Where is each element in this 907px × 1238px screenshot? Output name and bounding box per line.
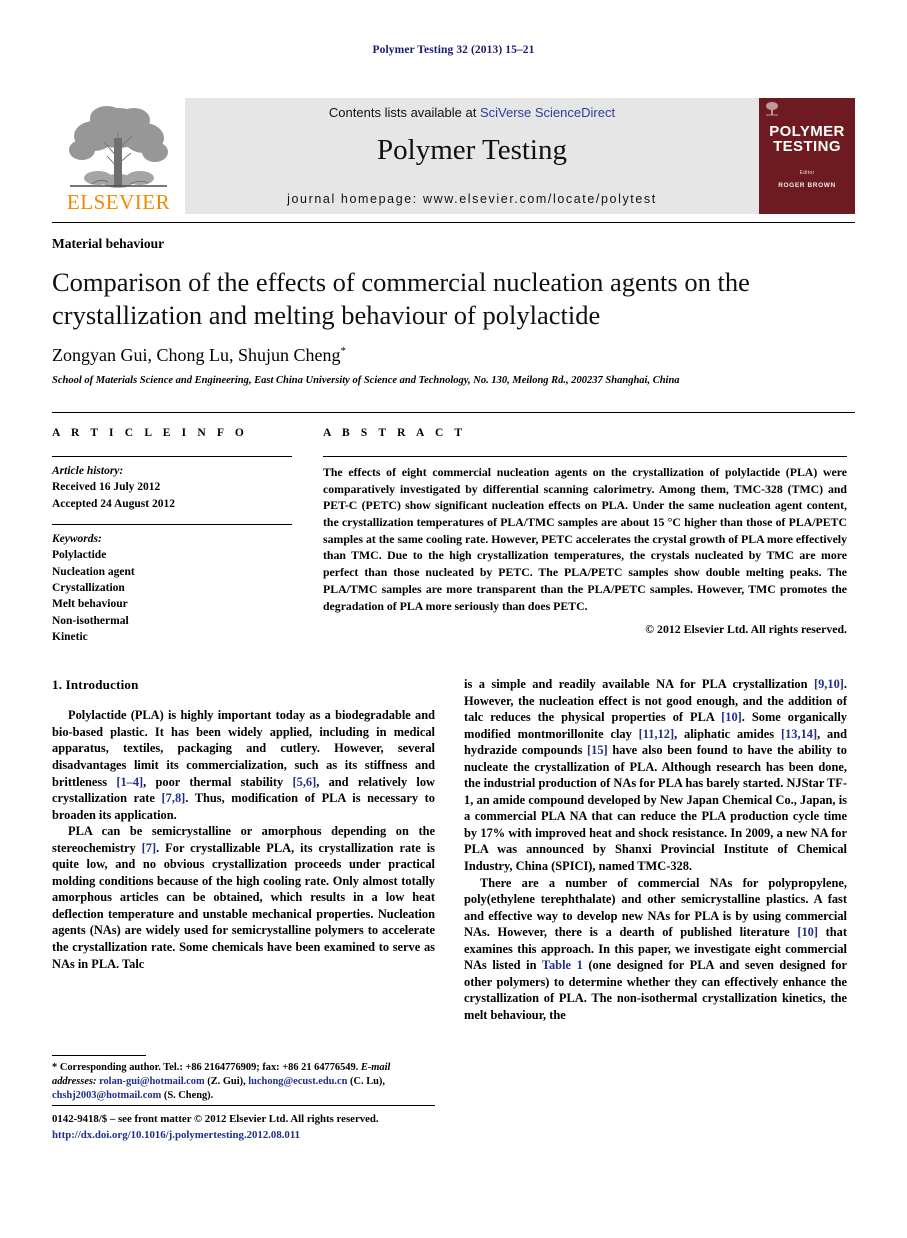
right-paragraphs: is a simple and readily available NA for… xyxy=(464,676,847,1023)
accepted-date: Accepted 24 August 2012 xyxy=(52,497,175,510)
body-paragraph: Polylactide (PLA) is highly important to… xyxy=(52,707,435,823)
citation-link[interactable]: [10] xyxy=(721,710,742,724)
paragraph-text: is a simple and readily available NA for… xyxy=(464,677,814,691)
page-title: Comparison of the effects of commercial … xyxy=(52,267,750,331)
citation-link[interactable]: [13,14] xyxy=(781,727,817,741)
abstract-copyright: © 2012 Elsevier Ltd. All rights reserved… xyxy=(645,622,847,637)
journal-title: Polymer Testing xyxy=(377,134,567,166)
abstract-text: The effects of eight commercial nucleati… xyxy=(323,465,847,613)
footnote-body: * Corresponding author. Tel.: +86 216477… xyxy=(52,1062,391,1102)
email-address[interactable]: chshj2003@hotmail.com xyxy=(52,1090,161,1101)
paragraph-text: . For crystallizable PLA, its crystalliz… xyxy=(52,840,435,971)
keyword-item: Crystallization xyxy=(52,581,125,594)
elsevier-wordmark: ELSEVIER xyxy=(66,190,171,214)
citation-link[interactable]: [11,12] xyxy=(639,727,674,741)
footnote-marker: * xyxy=(52,1062,58,1073)
article-info-heading: A R T I C L E I N F O xyxy=(52,427,248,439)
section-label: Material behaviour xyxy=(52,236,165,251)
paragraph-text: have also been found to have the ability… xyxy=(464,743,847,874)
imprint-divider xyxy=(52,1105,435,1106)
corresponding-author-marker: * xyxy=(340,345,347,357)
keyword-item: Polylactide xyxy=(52,549,107,562)
paragraph-text: There are a number of commercial NAs for… xyxy=(464,875,847,940)
info-top-rule xyxy=(52,456,292,457)
keyword-item: Melt behaviour xyxy=(52,598,128,611)
abstract-top-rule xyxy=(323,456,847,457)
elsevier-tree-icon xyxy=(69,106,168,188)
info-mid-rule xyxy=(52,523,292,525)
email-owner: (Z. Gui) xyxy=(207,1076,244,1088)
body-paragraph: There are a number of commercial NAs for… xyxy=(464,875,847,1024)
citation-link[interactable]: [5,6] xyxy=(293,775,317,789)
paragraph-text: , aliphatic amides xyxy=(674,726,781,741)
contents-line: Contents lists available at SciVerse Sci… xyxy=(185,105,759,120)
keyword-item: Kinetic xyxy=(52,630,88,643)
body-paragraph: is a simple and readily available NA for… xyxy=(464,676,847,875)
sciencedirect-link[interactable]: SciVerse ScienceDirect xyxy=(480,105,615,120)
imprint-block: 0142-9418/$ – see front matter © 2012 El… xyxy=(52,1112,482,1143)
citation-link[interactable]: [10] xyxy=(797,925,818,939)
abstract-heading: A B S T R A C T xyxy=(323,427,467,439)
cover-title-line1: POLYMER xyxy=(769,123,845,140)
citation-link[interactable]: [15] xyxy=(587,743,608,757)
footnote-rule xyxy=(52,1055,146,1056)
cover-elsevier-icon xyxy=(766,102,778,116)
paragraph-text: , poor thermal stability xyxy=(143,774,293,789)
email-owner: (S. Cheng) xyxy=(163,1090,211,1102)
cover-title-line2: TESTING xyxy=(773,138,841,156)
citation-link[interactable]: [7] xyxy=(142,841,156,855)
cover-editor-label: Editor xyxy=(799,170,815,176)
received-date: Received 16 July 2012 xyxy=(52,481,161,494)
email-address[interactable]: luchong@ecust.edu.cn xyxy=(248,1076,347,1087)
cover-title: POLYMER TESTING xyxy=(759,124,855,155)
author-list: Zongyan Gui, Chong Lu, Shujun Cheng* xyxy=(52,345,847,366)
journal-homepage[interactable]: journal homepage: www.elsevier.com/locat… xyxy=(185,192,759,206)
affiliation: School of Materials Science and Engineer… xyxy=(52,375,680,386)
cover-editor-name: ROGER BROWN xyxy=(778,182,836,189)
elsevier-logo: ELSEVIER xyxy=(52,98,185,214)
email-owner: (C. Lu) xyxy=(350,1076,383,1088)
body-paragraph: PLA can be semicrystalline or amorphous … xyxy=(52,823,435,972)
body-column-right: is a simple and readily available NA for… xyxy=(464,676,847,1023)
front-matter-line: 0142-9418/$ – see front matter © 2012 El… xyxy=(52,1113,379,1125)
left-paragraphs: Polylactide (PLA) is highly important to… xyxy=(52,707,435,972)
journal-cover-thumbnail: POLYMER TESTING Editor ROGER BROWN xyxy=(759,98,855,214)
email-address[interactable]: rolan-gui@hotmail.com xyxy=(99,1076,205,1087)
abstract-block: The effects of eight commercial nucleati… xyxy=(323,456,847,638)
article-history-label: Article history: xyxy=(52,465,124,477)
journal-banner: Contents lists available at SciVerse Sci… xyxy=(185,98,759,214)
journal-article-page: Polymer Testing 32 (2013) 15–21 ELSEVIER… xyxy=(0,0,907,1238)
author-names: Zongyan Gui, Chong Lu, Shujun Cheng xyxy=(52,345,341,365)
corresponding-author-footnote: * Corresponding author. Tel.: +86 216477… xyxy=(52,1055,435,1103)
info-divider xyxy=(52,412,855,413)
journal-masthead: ELSEVIER Contents lists available at Sci… xyxy=(52,98,855,214)
article-info-block: Article history: Received 16 July 2012 A… xyxy=(52,456,292,645)
intro-heading: 1. Introduction xyxy=(52,677,139,692)
citation-link[interactable]: Table 1 xyxy=(542,958,583,972)
citation-link[interactable]: [9,10] xyxy=(814,677,844,691)
keywords-label: Keywords: xyxy=(52,532,102,545)
keyword-item: Non-isothermal xyxy=(52,614,129,627)
keyword-item: Nucleation agent xyxy=(52,565,135,578)
footnote-corresponding-text: Corresponding author. Tel.: +86 21647769… xyxy=(59,1062,359,1073)
citation-link[interactable]: [1–4] xyxy=(116,775,143,789)
citation-link[interactable]: [7,8] xyxy=(162,791,186,805)
running-head: Polymer Testing 32 (2013) 15–21 xyxy=(372,44,535,56)
masthead-divider xyxy=(52,222,855,223)
body-column-left: 1. Introduction Polylactide (PLA) is hig… xyxy=(52,676,435,972)
doi-link[interactable]: http://dx.doi.org/10.1016/j.polymertesti… xyxy=(52,1128,482,1144)
contents-prefix: Contents lists available at xyxy=(328,105,480,120)
